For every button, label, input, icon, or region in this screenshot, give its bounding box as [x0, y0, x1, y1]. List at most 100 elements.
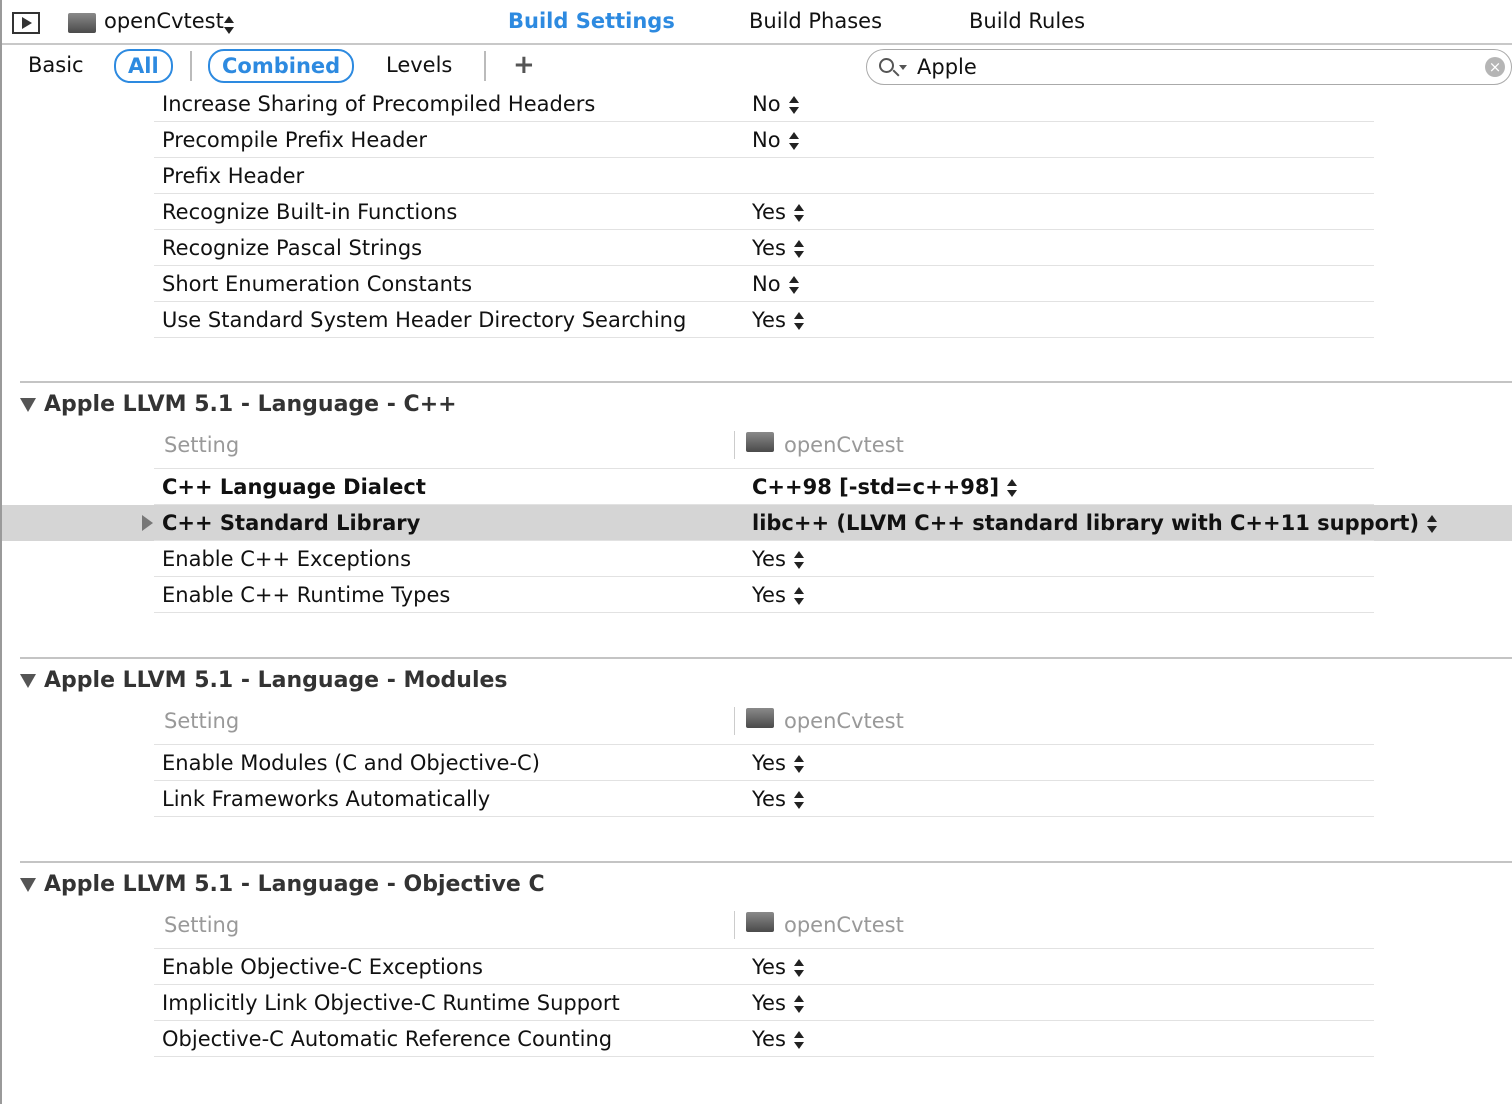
value-stepper-icon[interactable]: [793, 586, 804, 606]
divider: [484, 51, 486, 81]
setting-value[interactable]: libc++ (LLVM C++ standard library with C…: [752, 511, 1438, 535]
section-header[interactable]: Apple LLVM 5.1 - Language - C++: [2, 383, 1512, 425]
value-stepper-icon[interactable]: [788, 95, 799, 115]
setting-value[interactable]: Yes: [752, 236, 804, 260]
value-stepper-icon[interactable]: [788, 275, 799, 295]
column-divider: [734, 431, 735, 459]
value-stepper-icon[interactable]: [1427, 514, 1438, 534]
setting-row[interactable]: Enable Objective-C Exceptions Yes: [2, 949, 1512, 985]
setting-row[interactable]: Increase Sharing of Precompiled Headers N…: [2, 86, 1512, 122]
setting-row[interactable]: Objective-C Automatic Reference Counting…: [2, 1021, 1512, 1057]
settings-section: Apple LLVM 5.1 - Language - Modules Setti…: [20, 657, 1512, 861]
setting-row[interactable]: Enable C++ Runtime Types Yes: [2, 577, 1512, 613]
filter-combined[interactable]: Combined: [208, 49, 355, 83]
section-title: Apple LLVM 5.1 - Language - Modules: [44, 668, 508, 693]
setting-row[interactable]: Implicitly Link Objective-C Runtime Supp…: [2, 985, 1512, 1021]
setting-row[interactable]: C++ Standard Library libc++ (LLVM C++ sta…: [2, 505, 1512, 541]
setting-row[interactable]: Prefix Header: [2, 158, 1512, 194]
value-stepper-icon[interactable]: [793, 239, 804, 259]
target-icon: [746, 912, 774, 932]
target-stepper-icon[interactable]: [224, 15, 234, 35]
search-input[interactable]: Apple ×: [866, 49, 1512, 85]
section-rows: Setting openCvtest Enable Modules (C and O…: [2, 701, 1512, 817]
setting-name: Short Enumeration Constants: [162, 272, 473, 296]
setting-value[interactable]: No: [752, 272, 799, 296]
add-setting-button[interactable]: +: [513, 50, 535, 80]
disclosure-triangle-icon[interactable]: [20, 878, 36, 892]
setting-name: Use Standard System Header Directory Sea…: [162, 308, 687, 332]
value-stepper-icon[interactable]: [793, 203, 804, 223]
setting-row[interactable]: Link Frameworks Automatically Yes: [2, 781, 1512, 817]
setting-value[interactable]: Yes: [752, 200, 804, 224]
setting-value[interactable]: C++98 [-std=c++98]: [752, 475, 1018, 499]
section-header[interactable]: Apple LLVM 5.1 - Language - Modules: [2, 659, 1512, 701]
section-header[interactable]: Apple LLVM 5.1 - Language - Objective C: [2, 863, 1512, 905]
setting-column-header: Setting: [164, 913, 240, 937]
setting-value[interactable]: No: [752, 128, 799, 152]
setting-value[interactable]: Yes: [752, 1027, 804, 1051]
setting-value[interactable]: No: [752, 92, 799, 116]
setting-value[interactable]: Yes: [752, 308, 804, 332]
setting-row[interactable]: Short Enumeration Constants No: [2, 266, 1512, 302]
column-header: Setting openCvtest: [2, 701, 1512, 745]
value-stepper-icon[interactable]: [793, 311, 804, 331]
settings-section: Apple LLVM 5.1 - Language - C++ Setting op…: [2, 381, 1512, 657]
filter-all[interactable]: All: [114, 49, 173, 83]
search-options-icon[interactable]: [899, 65, 907, 70]
setting-name: Recognize Built-in Functions: [162, 200, 458, 224]
show-targets-toggle[interactable]: [12, 12, 40, 34]
setting-column-header: Setting: [164, 433, 240, 457]
search-value[interactable]: Apple: [917, 55, 977, 79]
target-selector[interactable]: openCvtest: [104, 9, 224, 33]
expand-arrow-icon[interactable]: [142, 515, 153, 531]
section-title: Apple LLVM 5.1 - Language - Objective C: [44, 872, 545, 897]
setting-value[interactable]: Yes: [752, 787, 804, 811]
setting-row[interactable]: C++ Language Dialect C++98 [-std=c++98]: [2, 469, 1512, 505]
filter-levels[interactable]: Levels: [386, 53, 452, 77]
setting-value[interactable]: Yes: [752, 991, 804, 1015]
value-stepper-icon[interactable]: [793, 1030, 804, 1050]
value-stepper-icon[interactable]: [793, 550, 804, 570]
value-stepper-icon[interactable]: [793, 958, 804, 978]
setting-column-header: Setting: [164, 709, 240, 733]
setting-name: C++ Standard Library: [162, 511, 421, 535]
disclosure-triangle-icon[interactable]: [20, 674, 36, 688]
section-title: Apple LLVM 5.1 - Language - C++: [44, 392, 457, 417]
setting-name: Enable Modules (C and Objective-C): [162, 751, 540, 775]
value-stepper-icon[interactable]: [793, 790, 804, 810]
value-stepper-icon[interactable]: [788, 131, 799, 151]
setting-row[interactable]: Use Standard System Header Directory Sea…: [2, 302, 1512, 338]
tab-build-rules[interactable]: Build Rules: [969, 9, 1085, 33]
setting-row[interactable]: Recognize Built-in Functions Yes: [2, 194, 1512, 230]
setting-name: C++ Language Dialect: [162, 475, 426, 499]
value-stepper-icon[interactable]: [793, 754, 804, 774]
setting-value[interactable]: Yes: [752, 955, 804, 979]
setting-value[interactable]: Yes: [752, 583, 804, 607]
row-separator: [154, 612, 1374, 613]
setting-row[interactable]: Precompile Prefix Header No: [2, 122, 1512, 158]
editor-toolbar: openCvtest Build Settings Build Phases B…: [2, 0, 1512, 45]
column-header: Setting openCvtest: [2, 425, 1512, 469]
target-icon: [746, 708, 774, 728]
section-rows: Setting openCvtest Enable Objective-C Exce…: [2, 905, 1512, 1057]
setting-name: Enable C++ Runtime Types: [162, 583, 451, 607]
disclosure-triangle-icon[interactable]: [20, 398, 36, 412]
setting-value[interactable]: Yes: [752, 751, 804, 775]
filter-basic[interactable]: Basic: [28, 53, 84, 77]
tab-build-phases[interactable]: Build Phases: [749, 9, 882, 33]
tab-build-settings[interactable]: Build Settings: [508, 9, 675, 33]
value-stepper-icon[interactable]: [1007, 478, 1018, 498]
setting-value[interactable]: Yes: [752, 547, 804, 571]
value-stepper-icon[interactable]: [793, 994, 804, 1014]
divider: [190, 51, 192, 81]
clear-search-icon[interactable]: ×: [1485, 57, 1505, 77]
setting-row[interactable]: Enable Modules (C and Objective-C) Yes: [2, 745, 1512, 781]
target-column-header: openCvtest: [784, 433, 904, 457]
row-separator: [154, 816, 1374, 817]
row-separator: [154, 1056, 1374, 1057]
setting-name: Precompile Prefix Header: [162, 128, 428, 152]
setting-row[interactable]: Recognize Pascal Strings Yes: [2, 230, 1512, 266]
setting-row[interactable]: Enable C++ Exceptions Yes: [2, 541, 1512, 577]
setting-name: Enable C++ Exceptions: [162, 547, 412, 571]
section-rows: Setting openCvtest C++ Language Dialect C++…: [2, 425, 1512, 613]
